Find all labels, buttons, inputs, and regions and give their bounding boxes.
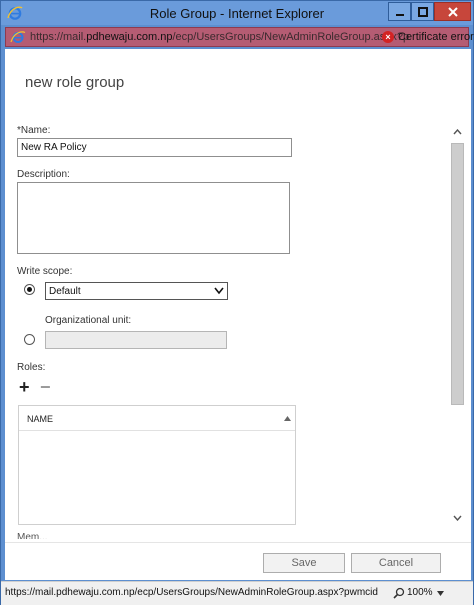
description-label: Description: <box>17 169 70 180</box>
scrollbar-thumb[interactable] <box>451 143 464 405</box>
url-prefix: https://mail. <box>30 31 87 43</box>
maximize-button[interactable] <box>411 2 434 21</box>
certificate-error-icon[interactable]: × <box>382 31 394 43</box>
address-url[interactable]: https://mail.pdhewaju.com.np/ecp/UsersGr… <box>30 31 409 43</box>
close-icon <box>447 6 458 17</box>
roles-table-header[interactable]: NAME <box>19 406 295 431</box>
scroll-up-icon[interactable] <box>453 129 462 135</box>
default-scope-radio[interactable] <box>24 284 35 295</box>
dialog-content: new role group *Name: New RA Policy Desc… <box>5 49 471 580</box>
zoom-icon[interactable] <box>393 587 405 599</box>
members-label-partial: Mem... <box>17 533 48 539</box>
chevron-down-icon[interactable] <box>437 591 444 596</box>
chevron-down-icon <box>214 287 224 295</box>
roles-label: Roles: <box>17 362 46 373</box>
minimize-icon <box>395 13 404 16</box>
url-path: /ecp/UsersGroups/NewAdminRoleGroup.aspx?… <box>172 31 410 43</box>
remove-role-button[interactable]: − <box>40 378 51 396</box>
cancel-button[interactable]: Cancel <box>351 553 441 573</box>
address-bar[interactable]: https://mail.pdhewaju.com.np/ecp/UsersGr… <box>5 27 474 47</box>
write-scope-label: Write scope: <box>17 266 73 277</box>
description-field[interactable] <box>17 182 290 254</box>
status-url: https://mail.pdhewaju.com.np/ecp/UsersGr… <box>5 587 378 598</box>
vertical-scrollbar[interactable] <box>449 125 467 525</box>
url-host: pdhewaju.com.np <box>86 31 173 43</box>
footer-divider <box>5 542 471 543</box>
roles-table[interactable]: NAME <box>18 405 296 525</box>
write-scope-selected: Default <box>49 286 81 297</box>
maximize-icon <box>417 6 428 17</box>
organizational-unit-label: Organizational unit: <box>45 315 132 326</box>
add-role-button[interactable]: + <box>19 378 30 396</box>
page-title: new role group <box>25 74 125 91</box>
certificate-error-label[interactable]: Certificate error <box>398 31 474 43</box>
name-field[interactable]: New RA Policy <box>17 138 292 157</box>
zoom-level[interactable]: 100% <box>407 587 433 598</box>
column-header-name[interactable]: NAME <box>27 414 53 424</box>
page-icon <box>10 31 26 43</box>
close-button[interactable] <box>434 2 471 21</box>
scroll-down-icon[interactable] <box>453 515 462 521</box>
title-bar: Role Group - Internet Explorer <box>1 1 473 25</box>
save-button[interactable]: Save <box>263 553 345 573</box>
name-label: *Name: <box>17 125 51 136</box>
write-scope-select[interactable]: Default <box>45 282 228 300</box>
organizational-unit-field <box>45 331 227 349</box>
browser-window: Role Group - Internet Explorer https://m… <box>0 0 474 605</box>
sort-ascending-icon <box>284 416 291 421</box>
status-bar: https://mail.pdhewaju.com.np/ecp/UsersGr… <box>1 581 473 605</box>
minimize-button[interactable] <box>388 2 411 21</box>
organizational-unit-radio[interactable] <box>24 334 35 345</box>
